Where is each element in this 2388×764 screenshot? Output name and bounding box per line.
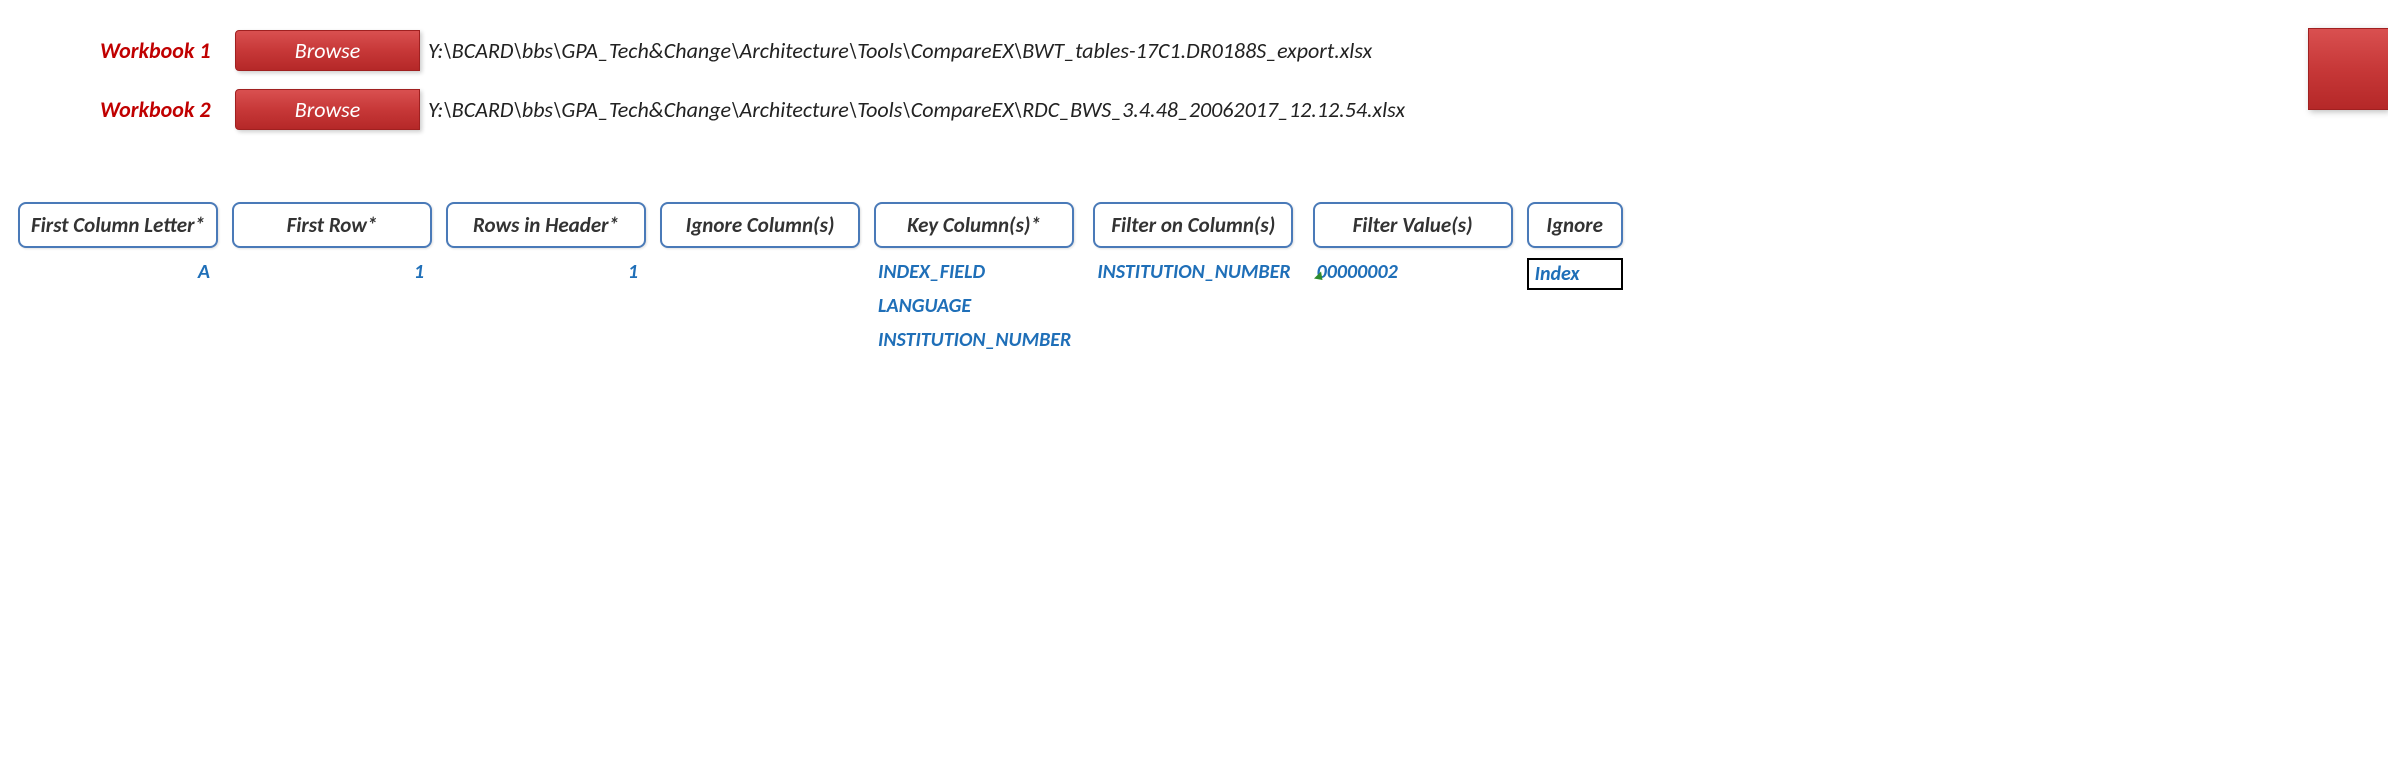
ignore-partial-value[interactable]: Index <box>1527 258 1623 290</box>
rows-in-header-group: Rows in Header* 1 <box>446 202 646 352</box>
filter-on-columns-value[interactable]: INSTITUTION_NUMBER <box>1093 260 1298 284</box>
filter-on-columns-header[interactable]: Filter on Column(s) <box>1093 202 1293 248</box>
workbook-row-1: Workbook 1 Browse Y:\BCARD\bbs\GPA_Tech&… <box>100 30 2388 71</box>
ignore-partial-group: Ignore Index <box>1527 202 1623 352</box>
first-row-header[interactable]: First Row* <box>232 202 432 248</box>
ignore-columns-group: Ignore Column(s) <box>660 202 860 352</box>
workbook-2-path: Y:\BCARD\bbs\GPA_Tech&Change\Architectur… <box>428 96 1405 123</box>
filter-values-header[interactable]: Filter Value(s) <box>1313 202 1513 248</box>
key-columns-list: INDEX_FIELD LANGUAGE INSTITUTION_NUMBER <box>874 248 1079 352</box>
first-row-group: First Row* 1 <box>232 202 432 352</box>
ignore-columns-header[interactable]: Ignore Column(s) <box>660 202 860 248</box>
key-column-value-1[interactable]: LANGUAGE <box>874 294 1079 318</box>
first-column-letter-header[interactable]: First Column Letter* <box>18 202 218 248</box>
key-column-value-0[interactable]: INDEX_FIELD <box>874 260 1079 284</box>
workbook-section: Workbook 1 Browse Y:\BCARD\bbs\GPA_Tech&… <box>0 0 2388 130</box>
action-button[interactable] <box>2308 28 2388 110</box>
first-row-value[interactable]: 1 <box>232 260 432 284</box>
first-column-letter-group: First Column Letter* A <box>18 202 218 352</box>
filter-values-group: Filter Value(s) 00000002 <box>1313 202 1513 352</box>
rows-in-header-value[interactable]: 1 <box>446 260 646 284</box>
rows-in-header-header[interactable]: Rows in Header* <box>446 202 646 248</box>
parameters-section: First Column Letter* A First Row* 1 Rows… <box>0 202 2388 352</box>
workbook-1-path: Y:\BCARD\bbs\GPA_Tech&Change\Architectur… <box>428 37 1372 64</box>
filter-on-columns-group: Filter on Column(s) INSTITUTION_NUMBER <box>1093 202 1298 352</box>
first-column-letter-value[interactable]: A <box>18 260 218 284</box>
browse-button-2[interactable]: Browse <box>235 89 420 130</box>
workbook-row-2: Workbook 2 Browse Y:\BCARD\bbs\GPA_Tech&… <box>100 89 2388 130</box>
ignore-partial-header[interactable]: Ignore <box>1527 202 1623 248</box>
key-columns-header[interactable]: Key Column(s)* <box>874 202 1074 248</box>
key-column-value-2[interactable]: INSTITUTION_NUMBER <box>874 328 1079 352</box>
workbook-1-label: Workbook 1 <box>100 37 230 64</box>
filter-values-value[interactable]: 00000002 <box>1313 260 1513 284</box>
browse-button-1[interactable]: Browse <box>235 30 420 71</box>
key-columns-group: Key Column(s)* INDEX_FIELD LANGUAGE INST… <box>874 202 1079 352</box>
workbook-2-label: Workbook 2 <box>100 96 230 123</box>
